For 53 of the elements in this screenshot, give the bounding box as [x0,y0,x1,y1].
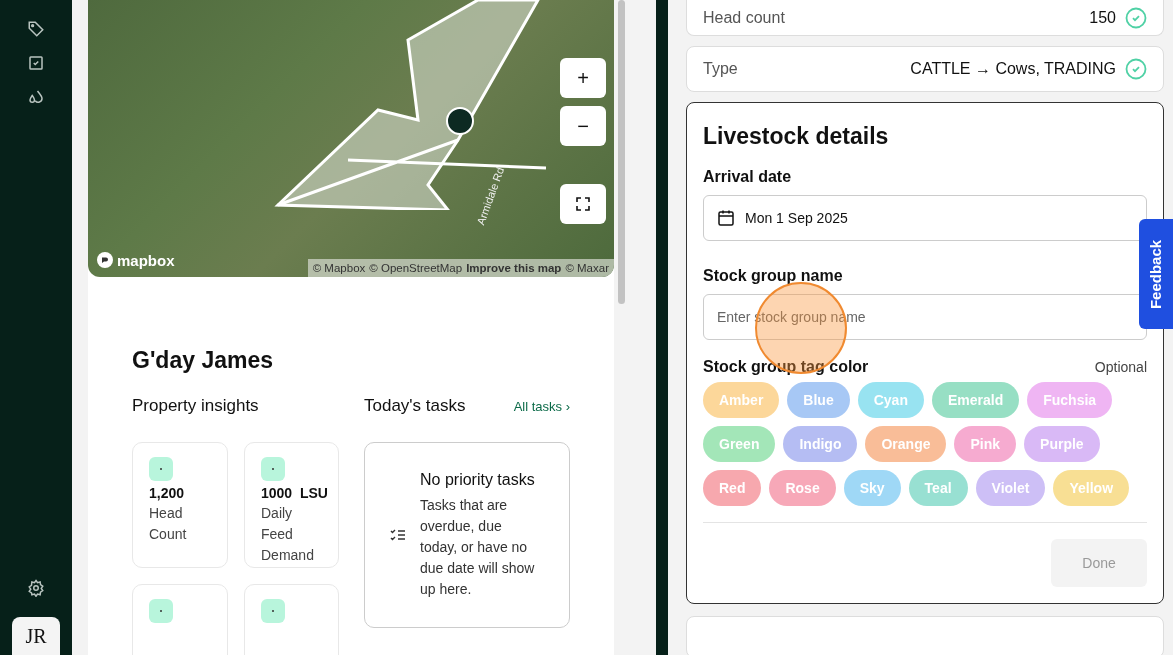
color-tag[interactable]: Rose [769,470,836,506]
insight-label: Head Count [149,504,188,544]
color-tag[interactable]: Blue [787,382,850,418]
checkbox-icon[interactable] [27,54,45,72]
color-tag[interactable]: Yellow [1053,470,1130,506]
insight-icon [149,599,173,623]
section-title: Today's tasks [364,396,466,416]
empty-state-text: Tasks that are overdue, due today, or have no due date will show up here. [420,495,536,599]
color-tag[interactable]: Sky [843,470,901,506]
insight-value: 1,200 [149,485,186,501]
summary-row[interactable]: Type CATTLE → Cows, TRADING [686,46,1164,92]
optional-hint: Optional [1094,359,1147,375]
empty-state-title: No priority tasks [420,470,536,489]
insight-icon [149,457,173,481]
color-tag[interactable]: Red [703,470,762,506]
user-avatar[interactable]: JR [12,617,60,655]
color-tag[interactable]: Green [703,426,776,462]
summary-row[interactable]: Head count 150 [686,0,1164,36]
drops-icon[interactable] [27,88,45,106]
map-attribution: © Mapbox © OpenStreetMap Improve this map © Maxar [307,259,614,277]
field-label: Stock group name [703,267,844,285]
section-title: Property insights [132,396,260,416]
tag-icon[interactable] [27,20,45,38]
date-field[interactable]: Mon 1 Sep 2025 [703,195,1147,241]
color-tag[interactable]: Purple [1024,426,1100,462]
zoom-out-button[interactable]: − [560,106,606,146]
zoom-in-button[interactable]: + [560,58,606,98]
color-tag[interactable]: Orange [865,426,947,462]
field-label: Arrival date [703,168,793,186]
insight-value: 1000 LSU [261,485,329,501]
calendar-icon [717,209,735,227]
scrollbar-thumb[interactable] [618,0,625,304]
all-tasks-link[interactable]: All tasks › [513,398,570,414]
feedback-tab[interactable]: Feedback [1139,219,1173,329]
color-tag[interactable]: Emerald [931,382,1020,418]
map-logo: mapbox [96,251,175,269]
color-tag[interactable]: Cyan [857,382,924,418]
greeting-heading: G'day James [132,347,274,374]
insight-icon [261,599,285,623]
fullscreen-icon [576,197,590,211]
card-title: Livestock details [703,123,890,150]
settings-icon[interactable] [27,579,45,597]
color-tag[interactable]: Fuchsia [1027,382,1113,418]
color-tag[interactable]: Pink [954,426,1017,462]
color-tag[interactable]: Amber [703,382,780,418]
checklist-icon [390,528,406,542]
fullscreen-button[interactable] [560,184,606,224]
color-tag[interactable]: Violet [975,470,1046,506]
map-marker-icon[interactable] [446,107,474,135]
insight-icon [261,457,285,481]
color-tag[interactable]: Indigo [783,426,858,462]
color-tag[interactable]: Teal [908,470,968,506]
insight-label: Daily Feed Demand [261,504,315,565]
